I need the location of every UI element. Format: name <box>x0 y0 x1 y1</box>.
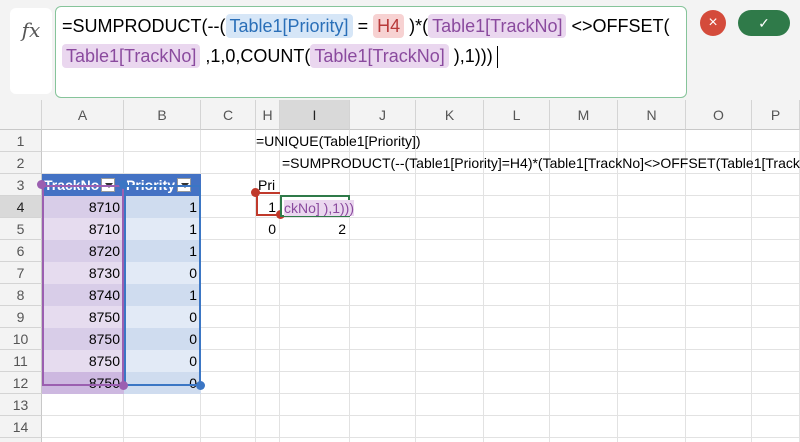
cell-i2[interactable]: =SUMPRODUCT(--(Table1[Priority]=H4)*(Tab… <box>282 152 800 174</box>
range-handle[interactable] <box>119 381 128 390</box>
formula-token: Table1[TrackNo] <box>428 14 567 38</box>
column-header-p[interactable]: P <box>752 100 800 130</box>
row-header-8[interactable]: 8 <box>0 284 42 306</box>
row-header-6[interactable]: 6 <box>0 240 42 262</box>
row-header-5[interactable]: 5 <box>0 218 42 240</box>
table-cell-priority[interactable]: 1 <box>124 240 201 262</box>
gridline <box>42 415 800 416</box>
column-header-h[interactable]: H <box>256 100 280 130</box>
column-header-m[interactable]: M <box>550 100 618 130</box>
gridline <box>279 130 280 442</box>
header-label: TrackNo <box>44 177 100 193</box>
table-cell-trackno[interactable]: 8750 <box>42 372 124 394</box>
gridline <box>549 130 550 442</box>
table-cell-priority[interactable]: 0 <box>124 372 201 394</box>
column-header-j[interactable]: J <box>350 100 416 130</box>
table-cell-trackno[interactable]: 8710 <box>42 196 124 218</box>
cell-i5[interactable]: 2 <box>280 218 350 240</box>
column-header-a[interactable]: A <box>42 100 124 130</box>
table-cell-trackno[interactable]: 8730 <box>42 262 124 284</box>
column-header-k[interactable]: K <box>416 100 484 130</box>
header-label: Priority <box>126 177 176 193</box>
table-cell-priority[interactable]: 1 <box>124 218 201 240</box>
row-header-9[interactable]: 9 <box>0 306 42 328</box>
gridline <box>349 130 350 442</box>
table-cell-priority[interactable]: 0 <box>124 328 201 350</box>
spreadsheet-grid: ABCHIJKLMNOP 123456789101112131415 Track… <box>0 100 800 442</box>
range-handle[interactable] <box>37 180 46 189</box>
column-header-n[interactable]: N <box>618 100 686 130</box>
table-cell-trackno[interactable]: 8710 <box>42 218 124 240</box>
cancel-icon[interactable]: × <box>700 10 726 36</box>
formula-token: )*( <box>404 16 429 36</box>
table-cell-trackno[interactable]: 8750 <box>42 328 124 350</box>
cell-h5[interactable]: 0 <box>256 218 280 240</box>
select-all-corner[interactable] <box>0 100 42 130</box>
table-header-priority[interactable]: Priority <box>124 174 201 196</box>
gridline <box>751 130 752 442</box>
row-header-1[interactable]: 1 <box>0 130 42 152</box>
gridline <box>42 437 800 438</box>
filter-dropdown-icon[interactable] <box>101 178 116 193</box>
text-cursor <box>496 46 498 69</box>
formula-text: =SUMPRODUCT(--(Table1[Priority] = H4 )*(… <box>62 14 670 68</box>
table-cell-priority[interactable]: 1 <box>124 196 201 218</box>
table-cell-priority[interactable]: 0 <box>124 306 201 328</box>
formula-token: Table1[TrackNo] <box>310 44 449 68</box>
row-header-14[interactable]: 14 <box>0 416 42 438</box>
formula-token: H4 <box>373 14 405 38</box>
formula-token: ),1))) <box>448 46 493 66</box>
table-cell-priority[interactable]: 1 <box>124 284 201 306</box>
cell-h1[interactable]: =UNIQUE(Table1[Priority]) <box>256 130 421 152</box>
column-header-b[interactable]: B <box>124 100 201 130</box>
table-header-trackno[interactable]: TrackNo <box>42 174 124 196</box>
row-header-11[interactable]: 11 <box>0 350 42 372</box>
row-header-10[interactable]: 10 <box>0 328 42 350</box>
formula-token: Table1[TrackNo] <box>62 44 201 68</box>
row-header-7[interactable]: 7 <box>0 262 42 284</box>
row-header-4[interactable]: 4 <box>0 196 42 218</box>
table-cell-trackno[interactable]: 8750 <box>42 350 124 372</box>
range-handle[interactable] <box>196 381 205 390</box>
table-cell-trackno[interactable]: 8740 <box>42 284 124 306</box>
range-handle[interactable] <box>119 180 128 189</box>
formula-token: =SUMPRODUCT(--( <box>62 16 226 36</box>
formula-token: <>OFFSET( <box>566 16 670 36</box>
formula-bar: fx =SUMPRODUCT(--(Table1[Priority] = H4 … <box>0 0 800 100</box>
row-header-2[interactable]: 2 <box>0 152 42 174</box>
filter-dropdown-icon[interactable] <box>177 178 192 193</box>
column-header-c[interactable]: C <box>201 100 256 130</box>
formula-input[interactable]: =SUMPRODUCT(--(Table1[Priority] = H4 )*(… <box>55 6 687 98</box>
function-icon[interactable]: fx <box>10 8 52 94</box>
row-header-15[interactable]: 15 <box>0 438 42 442</box>
range-handle[interactable] <box>251 188 260 197</box>
gridline <box>617 130 618 442</box>
gridline <box>483 130 484 442</box>
gridline <box>255 130 256 442</box>
row-header-3[interactable]: 3 <box>0 174 42 196</box>
table-cell-trackno[interactable]: 8720 <box>42 240 124 262</box>
formula-token: = <box>352 16 374 36</box>
formula-token: ,1,0,COUNT( <box>200 46 311 66</box>
column-header-o[interactable]: O <box>686 100 752 130</box>
cell-i4-editing[interactable]: ckNo] ),1))) <box>280 195 354 217</box>
table-cell-trackno[interactable]: 8750 <box>42 306 124 328</box>
formula-token: Table1[Priority] <box>225 14 353 38</box>
gridline <box>415 130 416 442</box>
gridline <box>685 130 686 442</box>
confirm-icon[interactable]: ✓ <box>738 10 790 36</box>
formula-preview: ckNo] ),1))) <box>284 200 354 216</box>
row-header-13[interactable]: 13 <box>0 394 42 416</box>
table-cell-priority[interactable]: 0 <box>124 350 201 372</box>
column-header-i[interactable]: I <box>280 100 350 130</box>
row-header-12[interactable]: 12 <box>0 372 42 394</box>
table-cell-priority[interactable]: 0 <box>124 262 201 284</box>
column-header-l[interactable]: L <box>484 100 550 130</box>
